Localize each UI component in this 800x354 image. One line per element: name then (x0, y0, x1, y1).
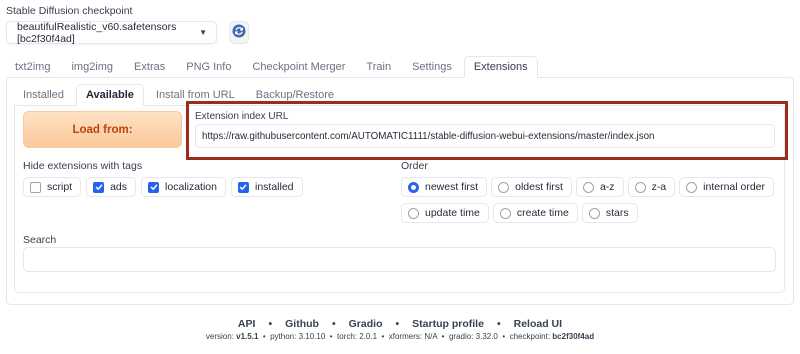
checkmark-icon (148, 181, 160, 193)
footer-link-reload-ui[interactable]: Reload UI (514, 318, 562, 330)
radio-label: newest first (425, 181, 479, 193)
radio-unselected (408, 207, 419, 219)
annotation-highlight-box (186, 101, 788, 160)
version-key: version: (205, 332, 234, 341)
main-tabs: txt2img img2img Extras PNG Info Checkpoi… (6, 56, 541, 78)
tag-checkbox-ads[interactable]: ads (86, 177, 137, 197)
load-from-button[interactable]: Load from: (23, 111, 182, 148)
xformers-value: N/A (424, 332, 438, 341)
footer-separator: • (496, 318, 501, 330)
radio-label: update time (425, 207, 480, 219)
footer-link-github[interactable]: Github (285, 318, 319, 330)
tab-settings[interactable]: Settings (403, 56, 461, 78)
tag-label: installed (254, 181, 294, 193)
refresh-checkpoint-button[interactable] (229, 21, 249, 44)
python-value: 3.10.10 (298, 332, 326, 341)
tag-checkbox-installed[interactable]: installed (230, 177, 303, 197)
hide-tags-label: Hide extensions with tags (23, 160, 143, 172)
tab-train[interactable]: Train (357, 56, 400, 78)
hide-tags-group: script ads localization installed (23, 177, 303, 197)
tag-label: localization (165, 181, 217, 193)
order-radio-z-a[interactable]: z-a (627, 177, 676, 197)
tag-label: ads (110, 181, 128, 193)
checkpoint-dropdown[interactable]: beautifulRealistic_v60.safetensors [bc2f… (6, 20, 217, 45)
order-radio-oldest-first[interactable]: oldest first (491, 177, 572, 197)
search-input[interactable] (23, 247, 776, 272)
order-radio-row-1: newest first oldest first a-z z-a intern… (401, 177, 775, 197)
checkmark-icon (237, 181, 249, 193)
tag-checkbox-script[interactable]: script (23, 177, 82, 197)
radio-unselected (499, 207, 511, 219)
search-label: Search (23, 234, 57, 246)
footer-link-startup-profile[interactable]: Startup profile (412, 318, 484, 330)
tab-extensions[interactable]: Extensions (463, 56, 538, 78)
chevron-down-icon: ▼ (199, 28, 207, 37)
order-radio-internal-order[interactable]: internal order (679, 177, 775, 197)
checkpoint-hash-value: bc2f30f4ad (552, 332, 595, 341)
checkpoint-key: checkpoint: (509, 332, 551, 341)
version-value: v1.5.1 (236, 332, 259, 341)
order-radio-update-time[interactable]: update time (401, 203, 489, 223)
order-label: Order (401, 160, 428, 172)
radio-unselected (498, 181, 510, 193)
tab-png-info[interactable]: PNG Info (177, 56, 240, 78)
refresh-icon (232, 24, 246, 41)
gradio-value: 3.32.0 (475, 332, 498, 341)
tab-img2img[interactable]: img2img (62, 56, 122, 78)
radio-unselected (588, 207, 600, 219)
xformers-key: xformers: (388, 332, 423, 341)
footer-links: API • Github • Gradio • Startup profile … (0, 318, 800, 330)
tag-label: script (47, 181, 73, 193)
footer-link-api[interactable]: API (238, 318, 256, 330)
python-key: python: (270, 332, 297, 341)
order-radio-row-2: update time create time stars (401, 203, 638, 223)
footer-link-gradio[interactable]: Gradio (349, 318, 383, 330)
subtab-available[interactable]: Available (75, 84, 144, 106)
tab-txt2img[interactable]: txt2img (6, 56, 59, 78)
subtab-installed[interactable]: Installed (14, 84, 73, 106)
radio-label: oldest first (515, 181, 563, 193)
checkbox-unchecked (30, 181, 41, 193)
order-radio-create-time[interactable]: create time (492, 203, 578, 223)
tag-checkbox-localization[interactable]: localization (141, 177, 226, 197)
radio-label: stars (605, 207, 629, 219)
radio-label: z-a (651, 181, 667, 193)
radio-selected (408, 181, 419, 193)
tab-extras[interactable]: Extras (125, 56, 174, 78)
radio-unselected (634, 181, 646, 193)
gradio-key: gradio: (448, 332, 474, 341)
radio-label: create time (516, 207, 569, 219)
footer-separator: • (331, 318, 336, 330)
footer-separator: • (395, 318, 400, 330)
checkpoint-label: Stable Diffusion checkpoint (6, 5, 133, 17)
order-radio-a-z[interactable]: a-z (575, 177, 624, 197)
radio-unselected (686, 181, 698, 193)
checkmark-icon (93, 181, 105, 193)
torch-value: 2.0.1 (359, 332, 378, 341)
torch-key: torch: (337, 332, 358, 341)
version-info: version: v1.5.1 • python: 3.10.10 • torc… (205, 332, 595, 341)
radio-label: internal order (703, 181, 766, 193)
checkpoint-value: beautifulRealistic_v60.safetensors [bc2f… (17, 20, 177, 45)
tab-checkpoint-merger[interactable]: Checkpoint Merger (243, 56, 354, 78)
order-radio-newest-first[interactable]: newest first (401, 177, 488, 197)
radio-unselected (582, 181, 594, 193)
radio-label: a-z (599, 181, 615, 193)
footer-separator: • (268, 318, 273, 330)
order-radio-stars[interactable]: stars (581, 203, 638, 223)
